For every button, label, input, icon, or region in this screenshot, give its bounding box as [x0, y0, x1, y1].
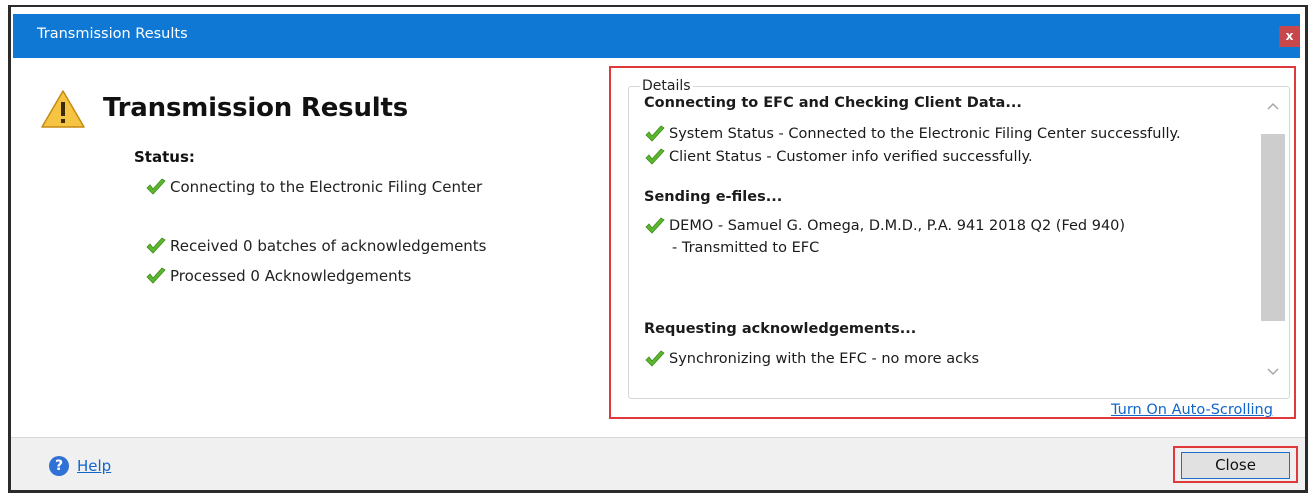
- log-line: Client Status - Customer info verified s…: [644, 148, 1033, 166]
- chevron-up-icon[interactable]: [1265, 100, 1281, 114]
- log-line-text: Client Status - Customer info verified s…: [669, 149, 1033, 165]
- page-title: Transmission Results: [103, 93, 408, 123]
- check-icon: [645, 148, 665, 165]
- check-icon: [645, 125, 665, 142]
- log-line: System Status - Connected to the Electro…: [644, 125, 1181, 143]
- check-icon: [146, 178, 166, 195]
- section-title: Connecting to EFC and Checking Client Da…: [644, 95, 1022, 111]
- status-item: Processed 0 Acknowledgements: [145, 267, 411, 285]
- auto-scrolling-link[interactable]: Turn On Auto-Scrolling: [1111, 402, 1295, 420]
- log-line-text: System Status - Connected to the Electro…: [669, 126, 1181, 142]
- check-icon: [146, 237, 166, 254]
- status-item-label: Connecting to the Electronic Filing Cent…: [170, 178, 483, 196]
- status-label: Status:: [134, 148, 195, 166]
- check-icon: [645, 350, 665, 367]
- log-line: DEMO - Samuel G. Omega, D.M.D., P.A. 941…: [644, 217, 1125, 235]
- warning-icon: [41, 90, 85, 128]
- window-title: Transmission Results: [37, 26, 188, 42]
- help-icon[interactable]: ?: [49, 456, 69, 476]
- chevron-down-icon[interactable]: [1265, 366, 1281, 380]
- scrollbar-thumb[interactable]: [1261, 134, 1285, 321]
- status-item: Received 0 batches of acknowledgements: [145, 237, 487, 255]
- details-scrollbar[interactable]: [1259, 94, 1287, 387]
- log-subline: - Transmitted to EFC: [672, 240, 820, 256]
- status-item: Connecting to the Electronic Filing Cent…: [145, 178, 482, 196]
- title-bar: Transmission Results x: [13, 14, 1300, 58]
- dialog-footer: ? Help Close: [11, 437, 1305, 490]
- close-button[interactable]: Close: [1181, 452, 1290, 479]
- section-title: Sending e-files...: [644, 189, 783, 205]
- status-item-label: Processed 0 Acknowledgements: [170, 267, 412, 285]
- check-icon: [146, 267, 166, 284]
- details-legend: Details: [640, 78, 693, 94]
- check-icon: [645, 217, 665, 234]
- log-line: Synchronizing with the EFC - no more ack…: [644, 350, 979, 368]
- window-close-button[interactable]: x: [1279, 26, 1300, 47]
- section-title: Requesting acknowledgements...: [644, 321, 917, 337]
- status-item-label: Received 0 batches of acknowledgements: [170, 237, 487, 255]
- log-line-text: DEMO - Samuel G. Omega, D.M.D., P.A. 941…: [669, 218, 1126, 234]
- help-link[interactable]: Help: [77, 457, 111, 475]
- log-line-text: Synchronizing with the EFC - no more ack…: [669, 351, 980, 367]
